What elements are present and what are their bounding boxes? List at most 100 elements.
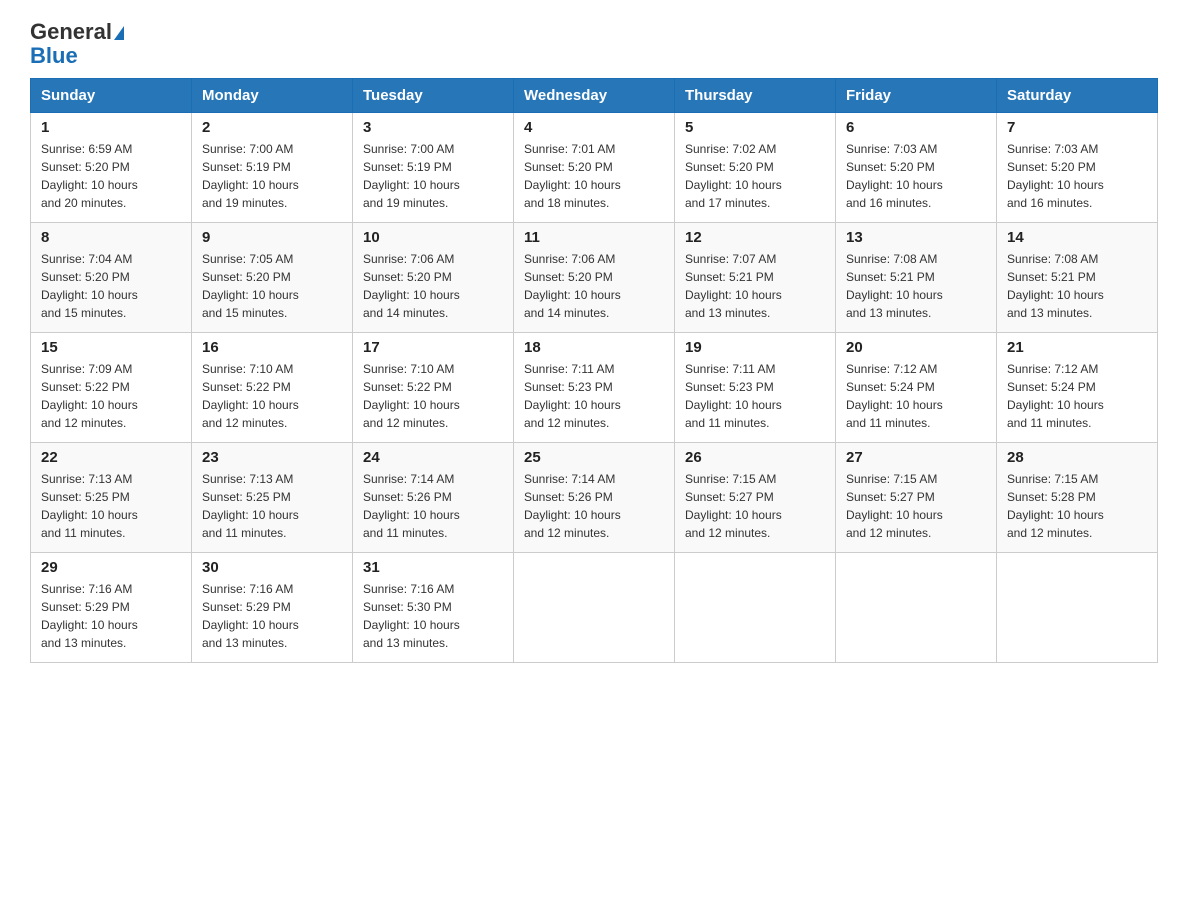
weekday-header-wednesday: Wednesday: [514, 79, 675, 113]
calendar-cell: 31Sunrise: 7:16 AMSunset: 5:30 PMDayligh…: [353, 553, 514, 663]
logo-blue-text: Blue: [30, 44, 124, 68]
calendar-cell: 21 Sunrise: 7:12 AMSunset: 5:24 PMDayligh…: [997, 333, 1158, 443]
calendar-cell: [997, 553, 1158, 663]
day-info: Sunrise: 7:09 AMSunset: 5:22 PMDaylight:…: [41, 360, 181, 432]
day-info: Sunrise: 6:59 AMSunset: 5:20 PMDaylight:…: [41, 140, 181, 212]
calendar-cell: 6Sunrise: 7:03 AMSunset: 5:20 PMDaylight…: [836, 113, 997, 223]
weekday-header-saturday: Saturday: [997, 79, 1158, 113]
day-number: 26: [685, 449, 825, 466]
calendar-cell: [514, 553, 675, 663]
calendar-cell: 29 Sunrise: 7:16 AMSunset: 5:29 PMDayligh…: [31, 553, 192, 663]
day-number: 16: [202, 339, 342, 356]
day-number: 31: [363, 559, 503, 576]
day-info: Sunrise: 7:06 AMSunset: 5:20 PMDaylight:…: [524, 250, 664, 322]
day-number: 7: [1007, 119, 1147, 136]
calendar-cell: 9 Sunrise: 7:05 AMSunset: 5:20 PMDaylight…: [192, 223, 353, 333]
calendar-cell: 11 Sunrise: 7:06 AMSunset: 5:20 PMDayligh…: [514, 223, 675, 333]
day-info: Sunrise: 7:14 AMSunset: 5:26 PMDaylight:…: [524, 470, 664, 542]
day-number: 12: [685, 229, 825, 246]
day-number: 22: [41, 449, 181, 466]
day-number: 20: [846, 339, 986, 356]
day-info: Sunrise: 7:10 AMSunset: 5:22 PMDaylight:…: [363, 360, 503, 432]
day-info: Sunrise: 7:00 AMSunset: 5:19 PMDaylight:…: [363, 140, 503, 212]
day-number: 6: [846, 119, 986, 136]
calendar-cell: 3 Sunrise: 7:00 AMSunset: 5:19 PMDaylight…: [353, 113, 514, 223]
day-number: 9: [202, 229, 342, 246]
calendar-table: SundayMondayTuesdayWednesdayThursdayFrid…: [30, 78, 1158, 663]
day-info: Sunrise: 7:15 AMSunset: 5:27 PMDaylight:…: [685, 470, 825, 542]
day-number: 18: [524, 339, 664, 356]
calendar-cell: 22 Sunrise: 7:13 AMSunset: 5:25 PMDayligh…: [31, 443, 192, 553]
day-info: Sunrise: 7:07 AMSunset: 5:21 PMDaylight:…: [685, 250, 825, 322]
calendar-cell: 14 Sunrise: 7:08 AMSunset: 5:21 PMDayligh…: [997, 223, 1158, 333]
calendar-cell: 23 Sunrise: 7:13 AMSunset: 5:25 PMDayligh…: [192, 443, 353, 553]
calendar-cell: 4Sunrise: 7:01 AMSunset: 5:20 PMDaylight…: [514, 113, 675, 223]
day-info: Sunrise: 7:14 AMSunset: 5:26 PMDaylight:…: [363, 470, 503, 542]
calendar-cell: 1 Sunrise: 6:59 AMSunset: 5:20 PMDaylight…: [31, 113, 192, 223]
day-number: 13: [846, 229, 986, 246]
day-number: 28: [1007, 449, 1147, 466]
day-number: 1: [41, 119, 181, 136]
day-info: Sunrise: 7:16 AMSunset: 5:29 PMDaylight:…: [202, 580, 342, 652]
calendar-week-row: 1 Sunrise: 6:59 AMSunset: 5:20 PMDaylight…: [31, 113, 1158, 223]
calendar-week-row: 22 Sunrise: 7:13 AMSunset: 5:25 PMDayligh…: [31, 443, 1158, 553]
day-number: 4: [524, 119, 664, 136]
day-info: Sunrise: 7:11 AMSunset: 5:23 PMDaylight:…: [685, 360, 825, 432]
calendar-cell: 28Sunrise: 7:15 AMSunset: 5:28 PMDayligh…: [997, 443, 1158, 553]
day-info: Sunrise: 7:10 AMSunset: 5:22 PMDaylight:…: [202, 360, 342, 432]
day-info: Sunrise: 7:08 AMSunset: 5:21 PMDaylight:…: [846, 250, 986, 322]
weekday-header-sunday: Sunday: [31, 79, 192, 113]
day-info: Sunrise: 7:02 AMSunset: 5:20 PMDaylight:…: [685, 140, 825, 212]
day-number: 10: [363, 229, 503, 246]
calendar-cell: 18 Sunrise: 7:11 AMSunset: 5:23 PMDayligh…: [514, 333, 675, 443]
day-number: 2: [202, 119, 342, 136]
weekday-header-row: SundayMondayTuesdayWednesdayThursdayFrid…: [31, 79, 1158, 113]
calendar-cell: 25Sunrise: 7:14 AMSunset: 5:26 PMDayligh…: [514, 443, 675, 553]
day-info: Sunrise: 7:16 AMSunset: 5:29 PMDaylight:…: [41, 580, 181, 652]
calendar-week-row: 8Sunrise: 7:04 AMSunset: 5:20 PMDaylight…: [31, 223, 1158, 333]
day-info: Sunrise: 7:05 AMSunset: 5:20 PMDaylight:…: [202, 250, 342, 322]
day-number: 29: [41, 559, 181, 576]
day-info: Sunrise: 7:12 AMSunset: 5:24 PMDaylight:…: [846, 360, 986, 432]
day-info: Sunrise: 7:08 AMSunset: 5:21 PMDaylight:…: [1007, 250, 1147, 322]
day-number: 14: [1007, 229, 1147, 246]
day-info: Sunrise: 7:03 AMSunset: 5:20 PMDaylight:…: [1007, 140, 1147, 212]
logo: General Blue: [30, 20, 124, 68]
day-number: 24: [363, 449, 503, 466]
page-header: General Blue: [30, 20, 1158, 68]
day-info: Sunrise: 7:06 AMSunset: 5:20 PMDaylight:…: [363, 250, 503, 322]
calendar-cell: 26 Sunrise: 7:15 AMSunset: 5:27 PMDayligh…: [675, 443, 836, 553]
weekday-header-friday: Friday: [836, 79, 997, 113]
logo-triangle-icon: [114, 26, 124, 40]
logo-general-text: General: [30, 19, 112, 44]
calendar-cell: 13 Sunrise: 7:08 AMSunset: 5:21 PMDayligh…: [836, 223, 997, 333]
calendar-cell: 8Sunrise: 7:04 AMSunset: 5:20 PMDaylight…: [31, 223, 192, 333]
day-number: 23: [202, 449, 342, 466]
day-info: Sunrise: 7:13 AMSunset: 5:25 PMDaylight:…: [41, 470, 181, 542]
day-number: 8: [41, 229, 181, 246]
day-number: 3: [363, 119, 503, 136]
weekday-header-thursday: Thursday: [675, 79, 836, 113]
calendar-cell: 10 Sunrise: 7:06 AMSunset: 5:20 PMDayligh…: [353, 223, 514, 333]
day-number: 21: [1007, 339, 1147, 356]
day-number: 27: [846, 449, 986, 466]
calendar-cell: 27Sunrise: 7:15 AMSunset: 5:27 PMDayligh…: [836, 443, 997, 553]
calendar-cell: [675, 553, 836, 663]
calendar-week-row: 15Sunrise: 7:09 AMSunset: 5:22 PMDayligh…: [31, 333, 1158, 443]
calendar-cell: 19 Sunrise: 7:11 AMSunset: 5:23 PMDayligh…: [675, 333, 836, 443]
day-info: Sunrise: 7:12 AMSunset: 5:24 PMDaylight:…: [1007, 360, 1147, 432]
calendar-cell: 17Sunrise: 7:10 AMSunset: 5:22 PMDayligh…: [353, 333, 514, 443]
calendar-cell: 7 Sunrise: 7:03 AMSunset: 5:20 PMDaylight…: [997, 113, 1158, 223]
day-number: 19: [685, 339, 825, 356]
weekday-header-monday: Monday: [192, 79, 353, 113]
calendar-cell: 20 Sunrise: 7:12 AMSunset: 5:24 PMDayligh…: [836, 333, 997, 443]
day-number: 11: [524, 229, 664, 246]
calendar-week-row: 29 Sunrise: 7:16 AMSunset: 5:29 PMDayligh…: [31, 553, 1158, 663]
day-info: Sunrise: 7:11 AMSunset: 5:23 PMDaylight:…: [524, 360, 664, 432]
calendar-cell: 12 Sunrise: 7:07 AMSunset: 5:21 PMDayligh…: [675, 223, 836, 333]
weekday-header-tuesday: Tuesday: [353, 79, 514, 113]
calendar-cell: 24 Sunrise: 7:14 AMSunset: 5:26 PMDayligh…: [353, 443, 514, 553]
day-info: Sunrise: 7:13 AMSunset: 5:25 PMDaylight:…: [202, 470, 342, 542]
day-info: Sunrise: 7:00 AMSunset: 5:19 PMDaylight:…: [202, 140, 342, 212]
calendar-cell: 2 Sunrise: 7:00 AMSunset: 5:19 PMDaylight…: [192, 113, 353, 223]
